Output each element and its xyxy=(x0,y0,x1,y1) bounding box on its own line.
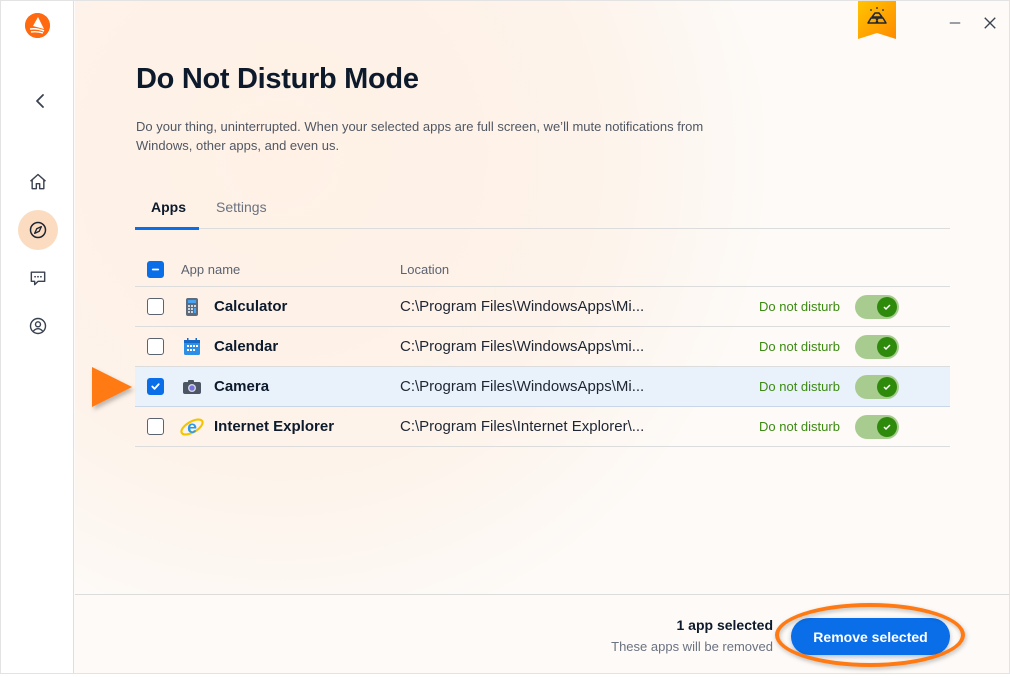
compass-icon xyxy=(29,221,47,239)
remove-selected-button[interactable]: Remove selected xyxy=(791,618,950,655)
row-checkbox[interactable] xyxy=(147,338,164,355)
chevron-left-icon xyxy=(36,94,44,108)
dnd-toggle[interactable] xyxy=(855,295,899,319)
app-location: C:\Program Files\Internet Explorer\... xyxy=(400,418,645,435)
app-name: Calculator xyxy=(214,298,288,315)
close-button[interactable] xyxy=(978,11,1002,35)
camera-icon xyxy=(183,380,201,394)
sidebar-item-account[interactable] xyxy=(18,306,58,346)
table-row[interactable]: Calculator C:\Program Files\WindowsApps\… xyxy=(135,287,950,327)
annotation-arrow xyxy=(92,367,132,407)
sidebar-item-home[interactable] xyxy=(18,162,58,202)
check-icon xyxy=(883,384,891,391)
chat-icon xyxy=(30,271,46,286)
tab-bar: Apps Settings xyxy=(135,191,950,230)
sidebar-item-messages[interactable] xyxy=(18,258,58,298)
tab-apps[interactable]: Apps xyxy=(151,199,186,215)
app-location: C:\Program Files\WindowsApps\mi... xyxy=(400,338,645,355)
app-window: Do Not Disturb Mode Do your thing, unint… xyxy=(0,0,1010,674)
row-checkbox[interactable] xyxy=(147,298,164,315)
app-location: C:\Program Files\WindowsApps\Mi... xyxy=(400,298,645,315)
dnd-status: Do not disturb xyxy=(759,419,840,434)
row-checkbox[interactable] xyxy=(147,378,164,395)
row-checkbox[interactable] xyxy=(147,418,164,435)
selected-count: 1 app selected xyxy=(676,617,774,633)
app-location: C:\Program Files\WindowsApps\Mi... xyxy=(400,378,645,395)
table-header: App name Location xyxy=(135,251,950,287)
avast-logo-icon xyxy=(25,13,50,38)
dnd-status: Do not disturb xyxy=(759,299,840,314)
minimize-icon xyxy=(949,22,961,24)
check-icon xyxy=(883,344,891,351)
dnd-status: Do not disturb xyxy=(759,379,840,394)
dnd-toggle[interactable] xyxy=(855,375,899,399)
check-icon xyxy=(883,304,891,311)
gold-bars-icon xyxy=(858,1,896,39)
calculator-icon xyxy=(186,298,198,316)
table-row[interactable]: Calendar C:\Program Files\WindowsApps\mi… xyxy=(135,327,950,367)
app-name: Calendar xyxy=(214,338,279,355)
column-header-location: Location xyxy=(400,262,450,277)
sidebar-item-explore[interactable] xyxy=(18,210,58,250)
app-name: Internet Explorer xyxy=(214,418,335,435)
column-header-app-name: App name xyxy=(181,262,241,277)
home-icon xyxy=(30,173,46,190)
check-icon xyxy=(883,424,891,431)
svg-text:e: e xyxy=(187,417,197,437)
dnd-toggle[interactable] xyxy=(855,415,899,439)
back-button[interactable] xyxy=(28,89,52,113)
minimize-button[interactable] xyxy=(943,11,967,35)
calendar-icon xyxy=(184,338,200,355)
check-icon xyxy=(151,383,160,390)
page-description: Do your thing, uninterrupted. When your … xyxy=(136,119,704,153)
table-row[interactable]: Camera C:\Program Files\WindowsApps\Mi..… xyxy=(135,367,950,407)
page-title: Do Not Disturb Mode xyxy=(136,63,419,95)
apps-table: App name Location Calculator C:\Program … xyxy=(135,251,950,447)
table-row[interactable]: e Internet Explorer C:\Program Files\Int… xyxy=(135,407,950,447)
active-tab-indicator xyxy=(135,227,199,230)
main-content: Do Not Disturb Mode Do your thing, unint… xyxy=(75,1,1009,673)
selected-note: These apps will be removed xyxy=(611,639,773,654)
dnd-toggle[interactable] xyxy=(855,335,899,359)
account-icon xyxy=(29,317,47,335)
sidebar xyxy=(1,1,74,673)
footer-bar: 1 app selected These apps will be remove… xyxy=(75,594,1009,673)
close-icon xyxy=(984,17,996,29)
premium-badge[interactable] xyxy=(858,1,896,41)
select-all-checkbox[interactable] xyxy=(147,261,164,278)
app-name: Camera xyxy=(214,378,270,395)
dnd-status: Do not disturb xyxy=(759,339,840,354)
internet-explorer-icon: e xyxy=(180,417,204,437)
tab-settings[interactable]: Settings xyxy=(216,199,267,215)
